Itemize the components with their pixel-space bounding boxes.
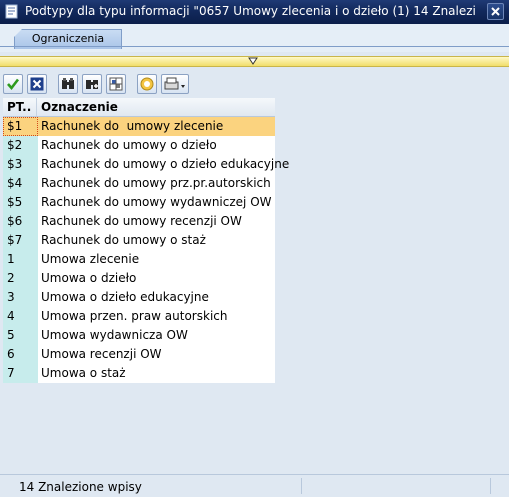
table-row[interactable]: 3 Umowa o dzieło edukacyjne <box>3 288 275 307</box>
cell-pt[interactable]: 2 <box>3 269 38 288</box>
table-row[interactable]: 1 Umowa zlecenie <box>3 250 275 269</box>
cell-pt[interactable]: 3 <box>3 288 38 307</box>
tab-strip: Ograniczenia <box>0 24 509 52</box>
cell-pt[interactable]: 6 <box>3 345 38 364</box>
cell-oznaczenie[interactable]: Umowa o dzieło <box>38 269 275 288</box>
window-icon <box>5 4 18 19</box>
check-icon <box>7 78 20 91</box>
status-divider <box>490 478 491 494</box>
print-icon <box>164 77 185 90</box>
print-button[interactable] <box>161 74 189 94</box>
title-bar[interactable]: Podtypy dla typu informacji "0657 Umowy … <box>0 0 509 24</box>
collapse-bar[interactable] <box>0 56 509 67</box>
table-body: $1 Rachunek do umowy zlecenie $2 Rachunek d… <box>3 117 289 383</box>
column-header-pt[interactable]: PT.. <box>3 98 37 116</box>
column-header-oznaczenie[interactable]: Oznaczenie <box>38 98 275 116</box>
cell-oznaczenie[interactable]: Rachunek do umowy recenzji OW <box>38 212 275 231</box>
table-row[interactable]: 4 Umowa przen. praw autorskich <box>3 307 275 326</box>
table-row[interactable]: 5 Umowa wydawnicza OW <box>3 326 275 345</box>
cell-oznaczenie[interactable]: Rachunek do umowy o dzieło <box>38 136 275 155</box>
cell-pt[interactable]: 7 <box>3 364 38 383</box>
cell-pt[interactable]: $3 <box>3 155 38 174</box>
chevron-down-icon <box>248 57 258 65</box>
cell-pt[interactable]: 5 <box>3 326 38 345</box>
cell-oznaczenie[interactable]: Rachunek do umowy zlecenie <box>38 117 275 136</box>
status-text: 14 Znalezione wpisy <box>19 480 142 494</box>
close-icon <box>491 7 500 16</box>
export-button[interactable] <box>106 74 126 94</box>
table-row[interactable]: $1 Rachunek do umowy zlecenie <box>3 117 275 136</box>
help-button[interactable] <box>137 74 157 94</box>
cell-pt[interactable]: $7 <box>3 231 38 250</box>
cell-pt[interactable]: $6 <box>3 212 38 231</box>
find-next-button[interactable] <box>82 74 102 94</box>
status-bar: 14 Znalezione wpisy <box>0 474 509 497</box>
dialog-window: Podtypy dla typu informacji "0657 Umowy … <box>0 0 509 497</box>
table-row[interactable]: $3 Rachunek do umowy o dzieło edukacyjne <box>3 155 289 174</box>
results-panel: PT.. Oznaczenie $1 Rachunek do umowy zlec… <box>0 69 509 473</box>
cell-oznaczenie[interactable]: Rachunek do umowy o dzieło edukacyjne <box>38 155 289 174</box>
cell-oznaczenie[interactable]: Umowa przen. praw autorskich <box>38 307 275 326</box>
cell-oznaczenie[interactable]: Umowa recenzji OW <box>38 345 275 364</box>
table-row[interactable]: $2 Rachunek do umowy o dzieło <box>3 136 275 155</box>
cell-pt[interactable]: $5 <box>3 193 38 212</box>
status-divider <box>301 478 302 494</box>
tab-divider <box>0 46 509 47</box>
cell-pt[interactable]: 4 <box>3 307 38 326</box>
cell-oznaczenie[interactable]: Rachunek do umowy prz.pr.autorskich <box>38 174 275 193</box>
cell-pt[interactable]: 1 <box>3 250 38 269</box>
cancel-icon <box>30 77 44 91</box>
cell-pt[interactable]: $4 <box>3 174 38 193</box>
cancel-button[interactable] <box>27 74 47 94</box>
table-row[interactable]: $5 Rachunek do umowy wydawniczej OW <box>3 193 275 212</box>
table-row[interactable]: 6 Umowa recenzji OW <box>3 345 275 364</box>
table-row[interactable]: $7 Rachunek do umowy o staż <box>3 231 275 250</box>
table-row[interactable]: 7 Umowa o staż <box>3 364 275 383</box>
table-row[interactable]: 2 Umowa o dzieło <box>3 269 275 288</box>
table-row[interactable]: $4 Rachunek do umowy prz.pr.autorskich <box>3 174 275 193</box>
results-table: PT.. Oznaczenie $1 Rachunek do umowy zlec… <box>3 98 289 383</box>
find-button[interactable] <box>58 74 78 94</box>
cell-oznaczenie[interactable]: Umowa o dzieło edukacyjne <box>38 288 275 307</box>
export-icon <box>109 77 123 91</box>
cell-oznaczenie[interactable]: Rachunek do umowy o staż <box>38 231 275 250</box>
close-button[interactable] <box>487 3 504 20</box>
cell-oznaczenie[interactable]: Rachunek do umowy wydawniczej OW <box>38 193 275 212</box>
cell-pt[interactable]: $1 <box>3 117 38 136</box>
help-icon <box>140 77 154 91</box>
table-header: PT.. Oznaczenie <box>3 98 275 117</box>
find-next-icon <box>86 80 98 89</box>
cell-oznaczenie[interactable]: Umowa o staż <box>38 364 275 383</box>
window-title: Podtypy dla typu informacji "0657 Umowy … <box>25 4 475 18</box>
table-row[interactable]: $6 Rachunek do umowy recenzji OW <box>3 212 275 231</box>
cell-pt[interactable]: $2 <box>3 136 38 155</box>
find-icon <box>62 78 74 89</box>
cell-oznaczenie[interactable]: Umowa zlecenie <box>38 250 275 269</box>
cell-oznaczenie[interactable]: Umowa wydawnicza OW <box>38 326 275 345</box>
confirm-button[interactable] <box>3 74 23 94</box>
